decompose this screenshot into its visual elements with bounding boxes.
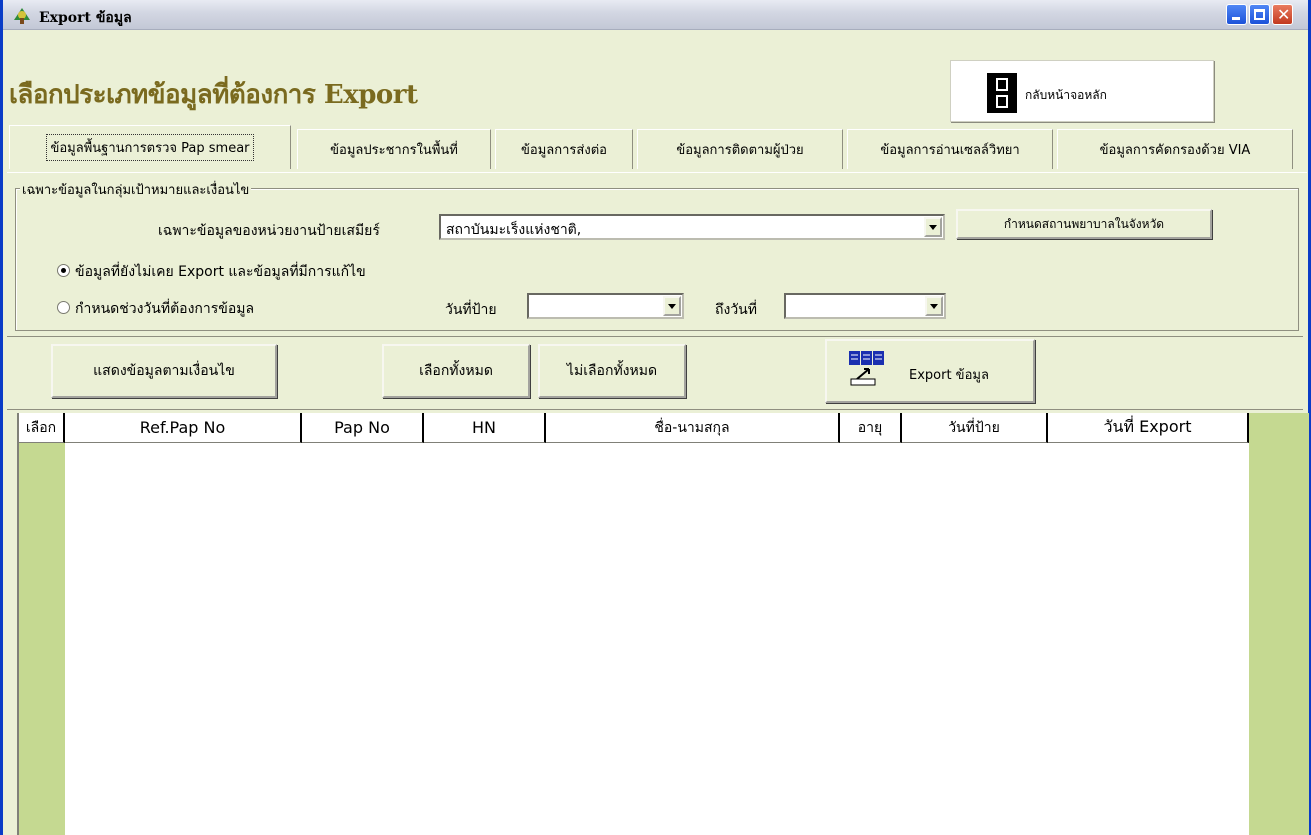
chevron-down-icon[interactable] — [663, 296, 681, 316]
deselect-all-button[interactable]: ไม่เลือกทั้งหมด — [538, 344, 686, 398]
date-to-label: ถึงวันที่ — [715, 302, 757, 318]
tab-label: ข้อมูลการติดตามผู้ป่วย — [676, 143, 804, 158]
radio-not-exported-label[interactable]: ข้อมูลที่ยังไม่เคย Export และข้อมูลที่มี… — [75, 261, 366, 283]
unit-label: เฉพาะข้อมูลของหน่วยงานป้ายเสมียร์ — [158, 223, 380, 239]
close-icon: ✕ — [1277, 5, 1291, 24]
col-select[interactable]: เลือก — [19, 413, 65, 443]
tab-population[interactable]: ข้อมูลประชากรในพื้นที่ — [297, 129, 491, 169]
export-button[interactable]: Export ข้อมูล — [825, 339, 1035, 403]
col-name[interactable]: ชื่อ-นามสกุล — [546, 413, 840, 443]
export-data-grid[interactable]: เลือก Ref.Pap No Pap No HN ชื่อ-นามสกุล … — [17, 413, 1309, 835]
tab-label: ข้อมูลการอ่านเซลล์วิทยา — [880, 143, 1020, 158]
home-button-label: กลับหน้าจอหลัก — [1025, 88, 1107, 102]
unit-dropdown[interactable]: สถาบันมะเร็งแห่งชาติ, — [439, 214, 945, 240]
table-header: เลือก Ref.Pap No Pap No HN ชื่อ-นามสกุล … — [19, 413, 1249, 443]
maximize-button[interactable] — [1249, 4, 1270, 25]
date-to-dropdown[interactable] — [784, 293, 946, 319]
app-icon — [14, 8, 30, 24]
export-icon — [849, 351, 884, 386]
grid-empty-area — [1249, 413, 1309, 835]
unit-value: สถาบันมะเร็งแห่งชาติ, — [446, 222, 582, 238]
filter-group-label: เฉพาะข้อมูลในกลุ่มเป้าหมายและเงื่อนไข — [20, 179, 252, 200]
date-from-label: วันที่ป้าย — [445, 302, 497, 318]
tab-referral[interactable]: ข้อมูลการส่งต่อ — [495, 129, 633, 169]
close-button[interactable]: ✕ — [1272, 4, 1293, 25]
chevron-down-icon[interactable] — [925, 296, 943, 316]
title-bar[interactable]: Export ข้อมูล ✕ — [3, 0, 1308, 30]
tab-label: ข้อมูลการส่งต่อ — [521, 143, 607, 158]
minimize-icon — [1232, 17, 1240, 20]
col-age[interactable]: อายุ — [840, 413, 902, 443]
select-all-button[interactable]: เลือกทั้งหมด — [382, 344, 530, 398]
export-button-label: Export ข้อมูล — [909, 368, 989, 383]
tab-via[interactable]: ข้อมูลการคัดกรองด้วย VIA — [1057, 129, 1293, 169]
define-hospitals-button[interactable]: กำหนดสถานพยาบาลในจังหวัด — [956, 209, 1212, 239]
radio-date-range[interactable] — [57, 301, 70, 314]
tab-label: ข้อมูลพื้นฐานการตรวจ Pap smear — [46, 134, 254, 161]
tab-pap-smear[interactable]: ข้อมูลพื้นฐานการตรวจ Pap smear — [9, 125, 291, 169]
tab-cytology[interactable]: ข้อมูลการอ่านเซลล์วิทยา — [847, 129, 1053, 169]
col-hn[interactable]: HN — [424, 413, 546, 443]
chevron-down-icon[interactable] — [924, 217, 942, 237]
tab-followup[interactable]: ข้อมูลการติดตามผู้ป่วย — [637, 129, 843, 169]
col-smear-date[interactable]: วันที่ป้าย — [902, 413, 1048, 443]
tab-label: ข้อมูลการคัดกรองด้วย VIA — [1099, 143, 1251, 158]
show-data-button[interactable]: แสดงข้อมูลตามเงื่อนไข — [51, 344, 277, 398]
home-button[interactable]: กลับหน้าจอหลัก — [950, 60, 1214, 122]
maximize-icon — [1254, 9, 1265, 20]
row-selector-gutter — [19, 413, 65, 835]
radio-date-range-label[interactable]: กำหนดช่วงวันที่ต้องการข้อมูล — [75, 298, 254, 320]
window-title: Export ข้อมูล — [39, 10, 132, 26]
col-pap-no[interactable]: Pap No — [302, 413, 424, 443]
export-window: Export ข้อมูล ✕ เลือกประเภทข้อมูลที่ต้อง… — [0, 0, 1311, 835]
radio-not-exported[interactable] — [57, 264, 70, 277]
col-ref-pap-no[interactable]: Ref.Pap No — [65, 413, 302, 443]
minimize-button[interactable] — [1226, 4, 1247, 25]
col-export-date[interactable]: วันที่ Export — [1048, 413, 1249, 443]
page-title: เลือกประเภทข้อมูลที่ต้องการ Export — [9, 80, 418, 110]
tab-label: ข้อมูลประชากรในพื้นที่ — [330, 143, 458, 158]
door-icon — [987, 73, 1017, 113]
date-from-dropdown[interactable] — [527, 293, 684, 319]
tab-bar: ข้อมูลพื้นฐานการตรวจ Pap smear ข้อมูลประ… — [7, 125, 1307, 172]
